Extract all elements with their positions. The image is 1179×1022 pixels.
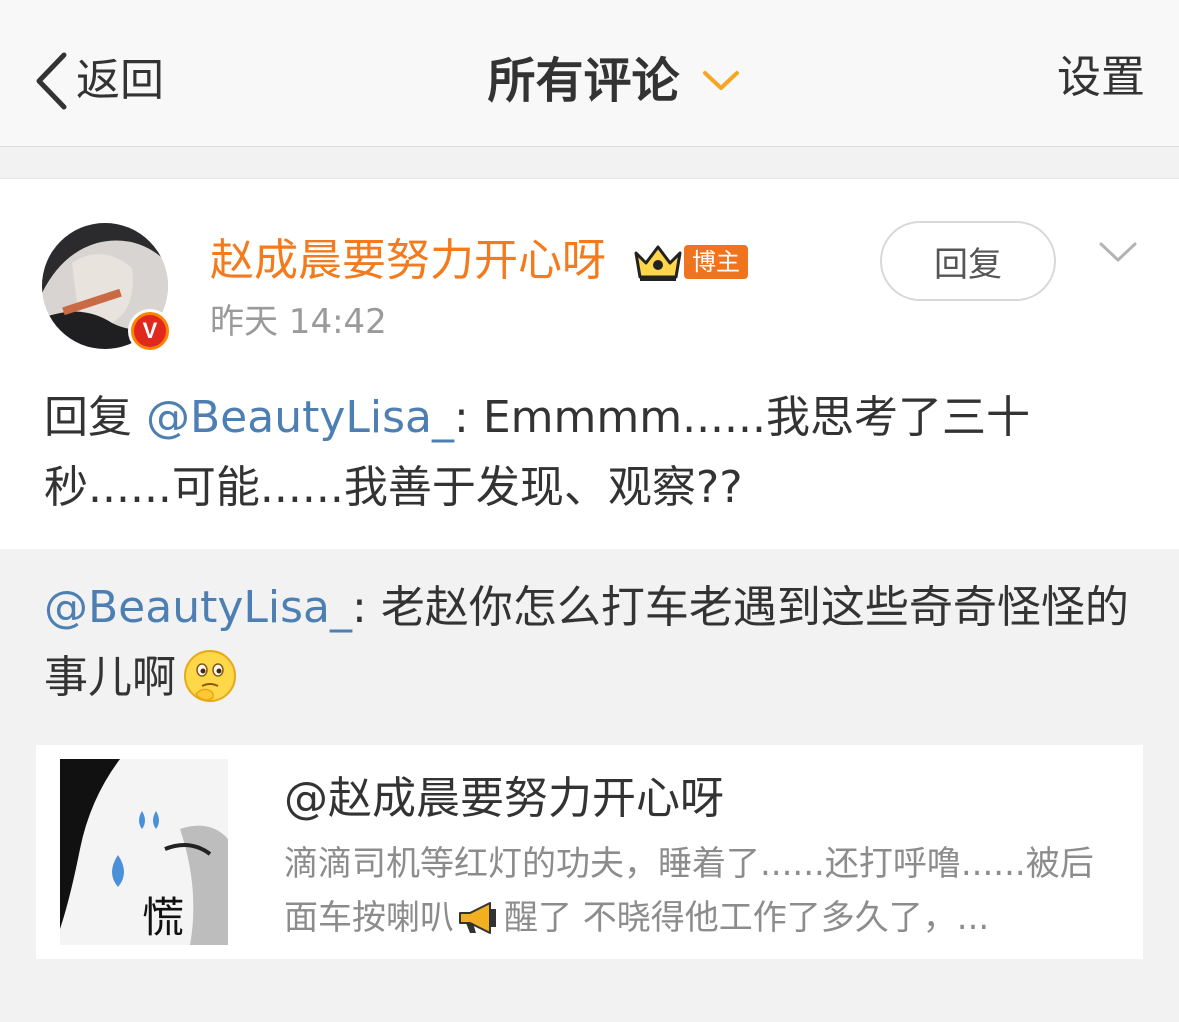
comment-username[interactable]: 赵成晨要努力开心呀 — [210, 239, 606, 283]
chevron-down-icon[interactable] — [1098, 241, 1138, 265]
chevron-down-icon — [702, 71, 739, 90]
comment-prefix: 回复 — [44, 392, 146, 443]
title-dropdown[interactable]: 所有评论 — [0, 50, 1179, 112]
megaphone-icon — [459, 902, 496, 934]
repost-username: @赵成晨要努力开心呀 — [284, 773, 724, 824]
page-title: 所有评论 — [487, 53, 680, 109]
crown-icon — [634, 245, 682, 281]
thumbnail-caption: 慌 — [142, 893, 185, 942]
original-text: @BeautyLisa_: 老赵你怎么打车老遇到这些奇奇怪怪的事儿啊 — [44, 573, 1144, 713]
bottom-divider — [0, 995, 1179, 1022]
repost-excerpt: 滴滴司机等红灯的功夫，睡着了......还打呼噜......被后面车按喇叭 醒了… — [284, 837, 1124, 945]
comment-text: 回复 @BeautyLisa_: Emmmm......我思考了三十秒.....… — [44, 383, 1144, 523]
reply-button[interactable]: 回复 — [880, 221, 1056, 301]
blogger-badge: 博主 — [684, 245, 748, 279]
comment-card: V 赵成晨要努力开心呀 博主 昨天 14:42 回复 回复 @BeautyLis… — [0, 178, 1179, 550]
verified-badge: V — [128, 309, 172, 353]
verified-mark: V — [134, 315, 166, 347]
thinking-face-icon — [184, 650, 236, 702]
original-mention[interactable]: @BeautyLisa_ — [44, 582, 352, 633]
comment-timestamp: 昨天 14:42 — [210, 302, 387, 342]
comment-mention[interactable]: @BeautyLisa_ — [146, 392, 454, 443]
excerpt-part2: 醒了 不晓得他工作了多久了，... — [504, 898, 990, 938]
settings-button[interactable]: 设置 — [1057, 56, 1145, 100]
repost-thumbnail: 慌 — [60, 759, 228, 945]
original-comment[interactable]: @BeautyLisa_: 老赵你怎么打车老遇到这些奇奇怪怪的事儿啊 慌 @赵成… — [0, 549, 1179, 995]
repost-card[interactable]: 慌 @赵成晨要努力开心呀 滴滴司机等红灯的功夫，睡着了......还打呼噜...… — [36, 745, 1143, 959]
nav-bar: 返回 所有评论 设置 — [0, 0, 1179, 147]
